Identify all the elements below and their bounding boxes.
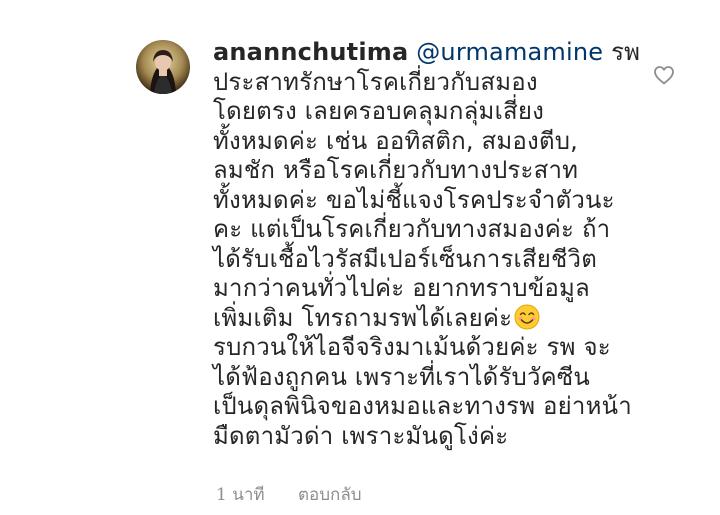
comment-line: ทั้งหมดค่ะ เช่น ออทิสติก, สมองตีบ, — [213, 126, 578, 155]
comment-line: โดยตรง เลยครอบคลุมกลุ่มเสี่ยง — [213, 97, 545, 125]
smiling-face-emoji — [514, 304, 540, 329]
comment-first-line: anannchutima @urmamamine รพ — [213, 38, 640, 68]
comment-timestamp: 1 นาที — [216, 485, 265, 505]
comment-text-segment: เพิ่มเติม โทรถามรพได้เลยค่ะ — [213, 303, 513, 332]
comment-line: ลมชัก หรือโรคเกี่ยวกับทางประสาท — [213, 156, 579, 184]
comment-line: เป็นดุลพินิจของหมอและทางรพ อย่าหน้า — [213, 392, 632, 420]
mention-link[interactable]: @urmamamine — [416, 38, 603, 66]
user-avatar[interactable] — [136, 40, 190, 94]
heart-outline-icon[interactable] — [652, 63, 676, 87]
username-link[interactable]: anannchutima — [213, 38, 408, 66]
comment-line: คะ แต่เป็นโรคเกี่ยวกับทางสมองค่ะ ถ้า — [213, 215, 611, 243]
reply-button[interactable]: ตอบกลับ — [298, 481, 362, 508]
comment-line: มากว่าคนทั่วไปค่ะ อยากทราบข้อมูล — [213, 274, 590, 302]
comment-meta: 1 นาที ตอบกลับ — [216, 481, 362, 508]
comment-line: ได้รับเชื้อไวรัสมีเปอร์เซ็นการเสียชีวิต — [213, 244, 597, 273]
comment: anannchutima @urmamamine รพ ประสาทรักษาโ… — [0, 0, 720, 515]
comment-line: ประสาทรักษาโรคเกี่ยวกับสมอง — [213, 67, 538, 96]
avatar-image — [136, 40, 190, 94]
comment-line: มืดตามัวด่า เพราะมันดูโง่ค่ะ — [213, 421, 509, 450]
comment-line: รบกวนให้ไอจีจริงมาเม้นด้วยค่ะ รพ จะ — [213, 333, 611, 361]
comment-line-with-emoji: เพิ่มเติม โทรถามรพได้เลยค่ะ — [213, 304, 633, 334]
comment-line: ได้ฟ้องถูกคน เพราะที่เราได้รับวัคซีน — [213, 362, 591, 391]
comment-line: ทั้งหมดค่ะ ขอไม่ชี้แจงโรคประจำตัวนะ — [213, 185, 615, 214]
comment-text-segment: รพ — [603, 38, 641, 66]
comment-text: anannchutima @urmamamine รพ ประสาทรักษาโ… — [213, 38, 640, 451]
